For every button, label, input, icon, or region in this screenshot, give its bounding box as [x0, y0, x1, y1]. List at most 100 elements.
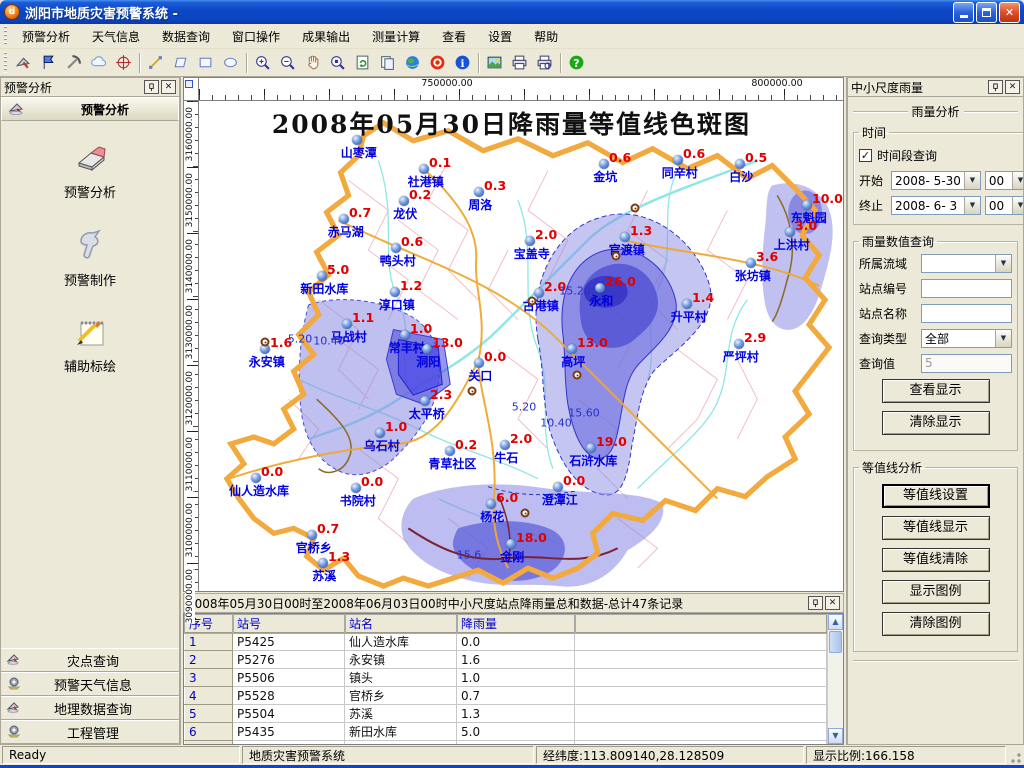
map-canvas[interactable]: 2008年05月30日降雨量等值线色斑图 山枣潭社港镇0.1金坑0.6同辛村0.… [199, 101, 843, 591]
zoom-in-icon[interactable] [250, 51, 275, 75]
menu-item-3[interactable]: 数据查询 [151, 24, 221, 49]
ellipse-icon[interactable] [218, 51, 243, 75]
chevron-down-icon[interactable]: ▼ [995, 330, 1011, 347]
station-name-label: 永安镇 [249, 353, 285, 370]
toolbar-grip-handle[interactable] [2, 52, 9, 74]
station-rainfall-value: 0.0 [361, 474, 383, 489]
table-scrollbar[interactable]: ▲ ▼ [827, 614, 843, 744]
menu-item-5[interactable]: 成果输出 [291, 24, 361, 49]
minimize-button[interactable] [953, 2, 974, 23]
bottom-panel-close-button[interactable]: ✕ [825, 596, 840, 610]
scroll-down-icon[interactable]: ▼ [828, 728, 843, 744]
cloud-icon[interactable] [86, 51, 111, 75]
query-input-2[interactable] [921, 279, 1012, 298]
chevron-down-icon[interactable]: ▼ [995, 255, 1011, 272]
contour-button[interactable]: 等值线显示 [882, 516, 990, 540]
globe-icon[interactable] [400, 51, 425, 75]
left-bottom-item-1[interactable]: 灾点查询 [1, 648, 179, 672]
chevron-down-icon[interactable]: ▼ [964, 197, 980, 214]
zoom-window-icon[interactable] [325, 51, 350, 75]
bottom-panel-pin-button[interactable] [808, 596, 823, 610]
refresh-icon[interactable] [350, 51, 375, 75]
contour-button[interactable]: 显示图例 [882, 580, 990, 604]
menu-item-2[interactable]: 天气信息 [81, 24, 151, 49]
status-system-name: 地质灾害预警系统 [242, 746, 534, 764]
table-header[interactable]: 站号 [233, 615, 345, 633]
query-combo-4[interactable]: 全部▼ [921, 329, 1012, 348]
end-hour-picker[interactable]: 00▼ [985, 196, 1024, 215]
left-bottom-item-4[interactable]: 工程管理 [1, 720, 179, 744]
chevron-down-icon[interactable]: ▼ [1012, 197, 1024, 214]
print-preview-icon[interactable] [532, 51, 557, 75]
table-row[interactable]: 6P5435新田水库5.0 [185, 723, 827, 741]
contour-button[interactable]: 等值线清除 [882, 548, 990, 572]
polygon-icon[interactable] [168, 51, 193, 75]
table-header[interactable] [575, 615, 827, 633]
left-panel-item-2[interactable]: 预警制作 [64, 227, 116, 289]
menu-item-6[interactable]: 测量计算 [361, 24, 431, 49]
right-panel-close-button[interactable]: ✕ [1005, 80, 1020, 94]
left-panel-item-1[interactable]: 预警分析 [64, 141, 116, 201]
scrollbar-thumb[interactable] [829, 631, 842, 653]
info-icon[interactable]: i [450, 51, 475, 75]
table-row[interactable]: 4P5528官桥乡0.7 [185, 687, 827, 705]
help-icon[interactable]: ? [564, 51, 589, 75]
query-combo-1[interactable]: ▼ [921, 254, 1012, 273]
station-name-label: 同辛村 [662, 164, 698, 181]
pick-icon[interactable] [61, 51, 86, 75]
scroll-up-icon[interactable]: ▲ [828, 614, 843, 630]
left-panel-close-button[interactable]: ✕ [161, 80, 176, 94]
chevron-down-icon[interactable]: ▼ [1012, 172, 1024, 189]
time-range-checkbox[interactable]: ✓ [859, 149, 872, 162]
left-panel-pin-button[interactable] [144, 80, 159, 94]
chevron-down-icon[interactable]: ▼ [964, 172, 980, 189]
image-icon[interactable] [482, 51, 507, 75]
start-hour-picker[interactable]: 00▼ [985, 171, 1024, 190]
ruler-corner-buttons[interactable] [184, 78, 199, 100]
rect-icon[interactable] [193, 51, 218, 75]
query-button[interactable]: 查看显示 [882, 379, 990, 403]
stop-icon[interactable] [425, 51, 450, 75]
scrollbar-track[interactable] [828, 630, 843, 728]
table-header[interactable]: 降雨量 [457, 615, 575, 633]
flag-icon[interactable] [36, 51, 61, 75]
resize-grip[interactable] [1008, 746, 1022, 764]
menu-item-1[interactable]: 预警分析 [11, 24, 81, 49]
line-icon[interactable] [143, 51, 168, 75]
radar-icon[interactable] [11, 51, 36, 75]
table-row[interactable]: 2P5276永安镇1.6 [185, 651, 827, 669]
station-rainfall-value: 1.2 [400, 278, 422, 293]
left-panel-item-3[interactable]: 辅助标绘 [64, 315, 116, 375]
zoom-out-icon[interactable] [275, 51, 300, 75]
table-cell: P5504 [233, 705, 345, 723]
maximize-button[interactable] [976, 2, 997, 23]
start-date-picker[interactable]: 2008- 5-30▼ [891, 171, 981, 190]
right-panel-pin-button[interactable] [988, 80, 1003, 94]
query-input-3[interactable] [921, 304, 1012, 323]
end-date-picker[interactable]: 2008- 6- 3▼ [891, 196, 981, 215]
table-row[interactable]: 1P5425仙人造水库0.0 [185, 633, 827, 651]
query-button[interactable]: 清除显示 [882, 411, 990, 435]
menu-item-7[interactable]: 查看 [431, 24, 477, 49]
menu-item-8[interactable]: 设置 [477, 24, 523, 49]
menu-grip-handle[interactable] [2, 26, 9, 45]
left-bottom-item-3[interactable]: 地理数据查询 [1, 696, 179, 720]
contour-value-label: 10.40 [313, 335, 345, 348]
table-row[interactable]: 5P5504苏溪1.3 [185, 705, 827, 723]
table-row[interactable]: 7P5310洞阳13.0 [185, 741, 827, 745]
contour-button[interactable]: 清除图例 [882, 612, 990, 636]
print-icon[interactable] [507, 51, 532, 75]
menu-item-4[interactable]: 窗口操作 [221, 24, 291, 49]
left-section-header[interactable]: 预警分析 [1, 97, 179, 121]
target-icon[interactable] [111, 51, 136, 75]
contour-button[interactable]: 等值线设置 [882, 484, 990, 508]
left-bottom-item-2[interactable]: 预警天气信息 [1, 672, 179, 696]
table-header[interactable]: 站名 [345, 615, 457, 633]
contour-value-label: 5.20 [512, 401, 537, 414]
table-row[interactable]: 3P5506镇头1.0 [185, 669, 827, 687]
menu-item-9[interactable]: 帮助 [523, 24, 569, 49]
copy-icon[interactable] [375, 51, 400, 75]
close-button[interactable]: ✕ [999, 2, 1020, 23]
ruler-label-y: 3090000.00 [185, 569, 195, 623]
pan-icon[interactable] [300, 51, 325, 75]
